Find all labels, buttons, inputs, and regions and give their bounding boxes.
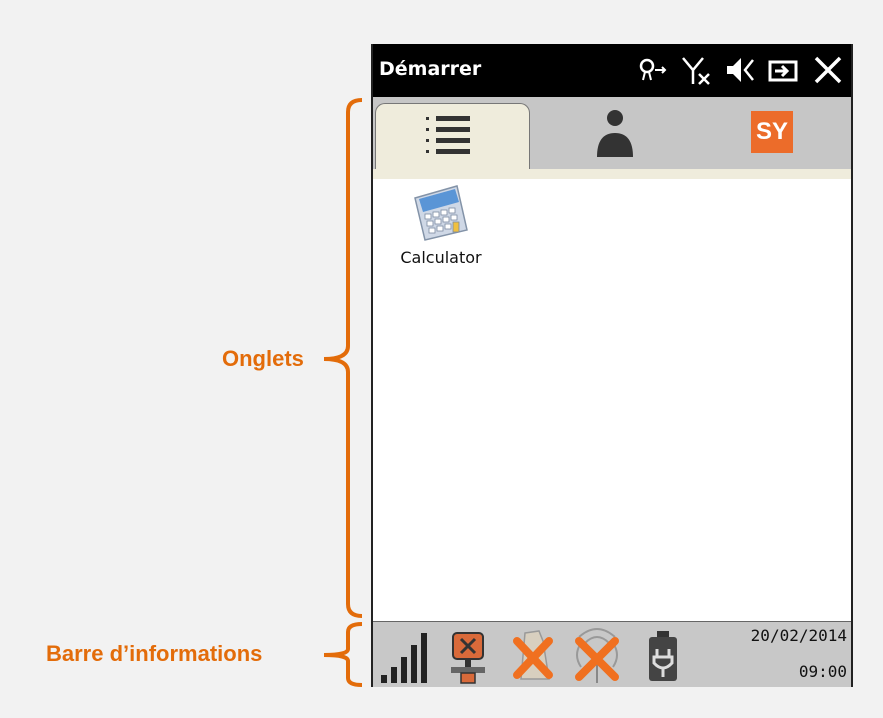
close-icon[interactable]	[811, 52, 845, 88]
sy-logo-icon: SY	[751, 111, 793, 153]
tab-strip: SY	[373, 97, 851, 178]
app-calculator[interactable]: Calculator	[381, 184, 501, 267]
speaker-icon[interactable]	[723, 52, 757, 88]
infobar-annotation-label: Barre d’informations	[46, 641, 263, 666]
battery-icon[interactable]	[643, 627, 683, 685]
tabs-annotation-label: Onglets	[222, 346, 304, 371]
no-signal-icon[interactable]	[679, 52, 713, 88]
user-icon	[597, 110, 633, 157]
gps-disabled-icon[interactable]	[445, 627, 493, 685]
list-icon	[426, 116, 470, 154]
connectivity-icon[interactable]	[635, 52, 669, 88]
tab-list[interactable]	[375, 103, 530, 177]
wireless-disabled-icon[interactable]	[569, 627, 625, 685]
calculator-icon	[414, 185, 468, 241]
status-time: 09:00	[798, 662, 847, 681]
battery-plug-icon[interactable]	[767, 52, 801, 88]
window-title[interactable]: Démarrer	[379, 58, 481, 80]
tab-content-separator	[373, 169, 851, 179]
sy-logo-text: SY	[755, 118, 788, 145]
tab-user[interactable]	[533, 103, 693, 177]
tabs-bracket	[323, 98, 363, 618]
infobar-bracket	[323, 622, 363, 687]
scanner-disabled-icon[interactable]	[509, 627, 559, 685]
status-date: 20/02/2014	[750, 626, 847, 645]
tab-sy[interactable]: SY	[695, 103, 850, 177]
device-screen: Démarrer SY Calculator 20/02/2014 09:00	[371, 44, 853, 687]
title-bar: Démarrer	[373, 44, 851, 97]
signal-bars-icon[interactable]	[377, 627, 433, 685]
info-bar: 20/02/2014 09:00	[373, 621, 851, 687]
app-calculator-label: Calculator	[400, 248, 482, 267]
